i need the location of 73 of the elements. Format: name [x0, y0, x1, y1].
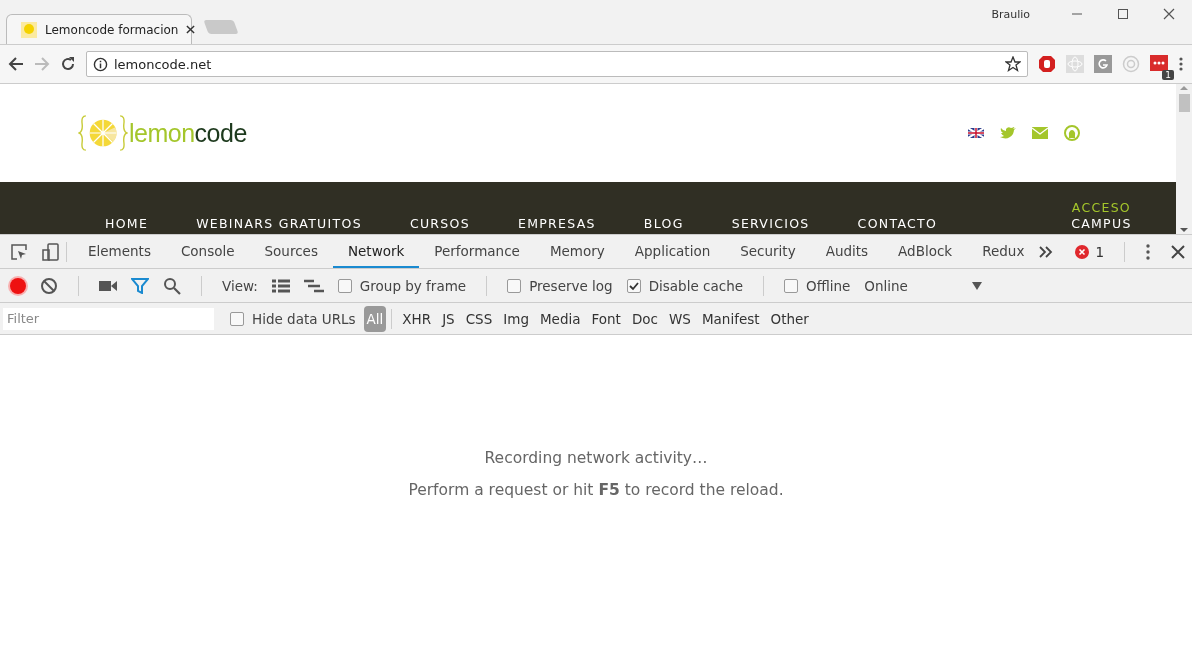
address-bar[interactable]: lemoncode.net	[86, 51, 1028, 77]
type-filter[interactable]: JS	[438, 308, 459, 329]
more-menu-icon[interactable]	[1178, 56, 1184, 72]
record-button[interactable]	[10, 277, 26, 294]
nav-link[interactable]: ACCESO CAMPUS	[1071, 200, 1132, 232]
checkbox[interactable]: Preserve log	[507, 277, 613, 294]
type-filter[interactable]: Media	[535, 308, 585, 329]
dropdown-triangle-icon	[971, 281, 982, 290]
waterfall-view-icon[interactable]	[303, 278, 324, 293]
checkmark-icon	[628, 280, 639, 291]
more-menu-icon[interactable]	[1145, 243, 1151, 260]
devtools-tab[interactable]: Application	[619, 235, 726, 268]
filter-field[interactable]: Filter	[3, 307, 214, 330]
close-icon[interactable]	[1162, 8, 1176, 20]
status-message: Perform a request or hit F5 to record the reload.	[408, 481, 784, 499]
device-icon[interactable]	[42, 242, 60, 261]
devtools-tab[interactable]: Sources	[249, 235, 333, 268]
nav-link[interactable]: WEBINARS GRATUITOS	[196, 216, 362, 232]
chevrons-icon[interactable]	[1039, 245, 1054, 258]
clear-icon[interactable]	[40, 276, 58, 295]
nav-link[interactable]: SERVICIOS	[731, 216, 810, 232]
star-icon[interactable]	[1005, 56, 1021, 72]
devtools-tab[interactable]: Elements	[73, 235, 166, 268]
back-arrow-icon[interactable]	[8, 56, 24, 72]
list-view-icon[interactable]	[271, 278, 290, 293]
devtools-tab[interactable]: Console	[165, 235, 250, 268]
nav-link[interactable]: BLOG	[643, 216, 684, 232]
devtools-tab[interactable]: Performance	[419, 235, 535, 268]
throttling-dropdown[interactable]: Online	[864, 277, 982, 294]
error-icon[interactable]	[1075, 244, 1090, 259]
inspect-cursor-icon[interactable]	[10, 242, 28, 261]
type-filter[interactable]: XHR	[398, 308, 436, 329]
maximize-icon[interactable]	[1116, 8, 1130, 20]
checkbox[interactable]: Hide data URLs	[230, 310, 356, 327]
dots-extension-icon[interactable]	[1150, 55, 1168, 73]
type-filter[interactable]: Manifest	[697, 308, 764, 329]
devtools-tab[interactable]: Memory	[534, 235, 620, 268]
type-filter[interactable]: Doc	[627, 308, 662, 329]
devtools-tab[interactable]: AdBlock	[883, 235, 968, 268]
close-icon[interactable]	[186, 25, 196, 34]
flag-icon[interactable]	[968, 128, 984, 138]
nav-link[interactable]: CONTACTO	[857, 216, 938, 232]
type-filter[interactable]: WS	[665, 308, 695, 329]
video-camera-icon[interactable]	[99, 279, 117, 292]
site-logo[interactable]: lemoncode	[78, 114, 247, 152]
devtools-tab[interactable]: Security	[725, 235, 811, 268]
devtools-tab[interactable]: Redux	[967, 235, 1040, 268]
view-label: View:	[222, 277, 258, 294]
lemon-favicon	[21, 21, 37, 38]
scrollbar-thumb[interactable]	[1178, 94, 1190, 112]
status-message: Recording network activity…	[484, 449, 708, 467]
nav-link[interactable]: HOME	[105, 216, 149, 232]
type-filter[interactable]: CSS	[461, 308, 497, 329]
nav-link[interactable]: CURSOS	[409, 216, 470, 232]
info-icon	[93, 56, 108, 72]
type-filter[interactable]: Font	[587, 308, 625, 329]
devtools-tab[interactable]: Audits	[810, 235, 884, 268]
search-icon[interactable]	[163, 276, 181, 295]
error-count[interactable]: 1	[1095, 243, 1104, 260]
letter-g-icon[interactable]	[1094, 55, 1112, 73]
scrollbar[interactable]	[1176, 84, 1192, 234]
profile-name[interactable]: Braulio	[991, 7, 1030, 21]
browser-tab[interactable]: Lemoncode formacion	[6, 14, 192, 44]
notification-badge: 1	[1162, 70, 1174, 80]
checkbox[interactable]: Disable cache	[626, 277, 744, 294]
reload-icon[interactable]	[60, 56, 76, 72]
funnel-icon[interactable]	[131, 277, 149, 294]
checkbox[interactable]: Offline	[784, 277, 851, 294]
type-filter[interactable]: Img	[499, 308, 533, 329]
checkbox[interactable]: Group by frame	[337, 277, 467, 294]
close-icon[interactable]	[1171, 244, 1185, 259]
nav-link[interactable]: EMPRESAS	[517, 216, 596, 232]
type-filter[interactable]: Other	[766, 308, 813, 329]
